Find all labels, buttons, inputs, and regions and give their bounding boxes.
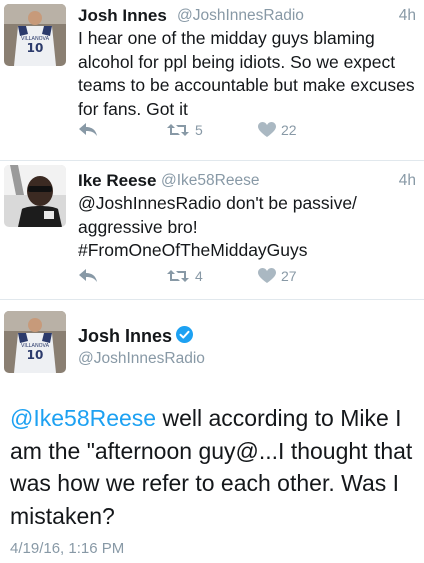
author-handle[interactable]: @JoshInnesRadio: [177, 7, 304, 25]
avatar[interactable]: VILLANOVA 10: [4, 4, 66, 66]
retweet-count: 5: [195, 122, 203, 138]
verified-badge-icon: [176, 326, 194, 348]
tweet-actions: 4 27: [78, 268, 378, 290]
like-button[interactable]: 27: [258, 268, 297, 284]
avatar-photo-icon: [4, 165, 66, 227]
tweet-text: @JoshInnesRadio don't be passive/ aggres…: [78, 193, 357, 260]
author-name[interactable]: Ike Reese: [78, 171, 156, 191]
author-handle[interactable]: @Ike58Reese: [161, 172, 259, 190]
retweet-icon: [167, 124, 189, 136]
author-name[interactable]: Josh Innes: [78, 6, 167, 26]
mention-link[interactable]: @Ike58Reese: [10, 405, 156, 431]
avatar[interactable]: VILLANOVA 10: [4, 311, 66, 373]
retweet-count: 4: [195, 268, 203, 284]
author-name[interactable]: Josh Innes: [78, 326, 172, 346]
divider: [0, 299, 424, 300]
svg-text:10: 10: [27, 348, 44, 362]
tweet-text: @Ike58Reese well according to Mike I am …: [10, 402, 420, 532]
avatar[interactable]: [4, 165, 66, 227]
avatar-jersey-icon: VILLANOVA 10: [4, 311, 66, 373]
reply-button[interactable]: [78, 122, 98, 138]
tweet-text: I hear one of the midday guys blaming al…: [78, 28, 415, 119]
tweet-time: 4h: [398, 7, 416, 24]
tweet-1[interactable]: VILLANOVA 10 Josh Innes @JoshInnesRadio …: [0, 0, 424, 160]
like-count: 27: [281, 268, 297, 284]
tweet-time: 4h: [398, 172, 416, 189]
reply-icon: [79, 123, 97, 136]
tweet-timestamp: 4/19/16, 1:16 PM: [10, 540, 125, 557]
author-handle[interactable]: @JoshInnesRadio: [78, 350, 205, 368]
like-button[interactable]: 22: [258, 122, 297, 138]
heart-icon: [258, 268, 276, 283]
reply-icon: [79, 269, 97, 282]
retweet-button[interactable]: 4: [166, 268, 203, 284]
retweet-button[interactable]: 5: [166, 122, 203, 138]
heart-icon: [258, 122, 276, 137]
reply-button[interactable]: [78, 268, 98, 284]
retweet-icon: [167, 270, 189, 282]
tweet-2[interactable]: Ike Reese @Ike58Reese 4h @JoshInnesRadio…: [0, 161, 424, 299]
svg-text:10: 10: [27, 41, 44, 55]
like-count: 22: [281, 122, 297, 138]
tweet-actions: 5 22: [78, 122, 378, 144]
avatar-jersey-icon: VILLANOVA 10: [4, 4, 66, 66]
author-name-row[interactable]: Josh Innes: [78, 326, 194, 348]
